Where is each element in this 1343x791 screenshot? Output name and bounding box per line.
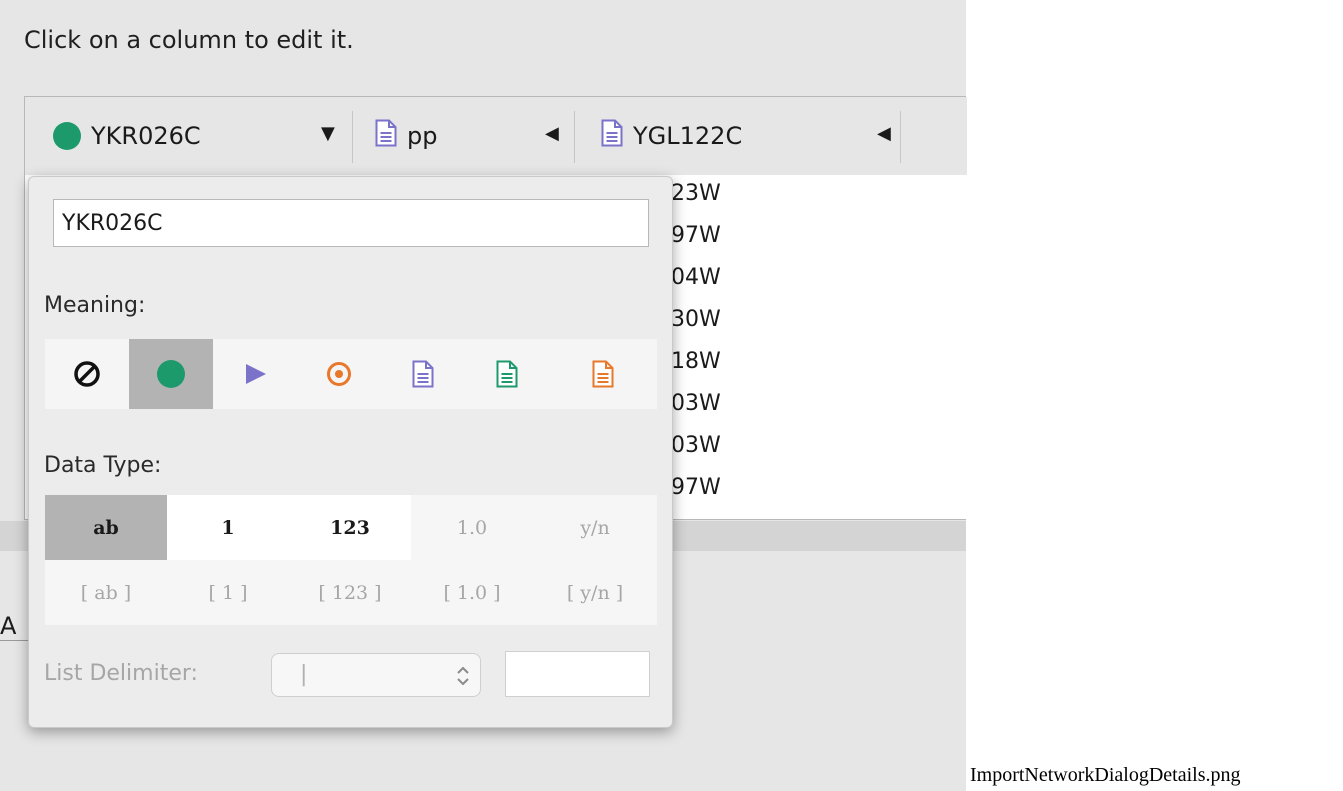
meaning-target-attribute-button[interactable] (549, 339, 657, 409)
data-type-boolean-button[interactable]: y/n (533, 495, 657, 560)
list-delimiter-select[interactable]: | (271, 653, 481, 697)
target-node-icon (327, 362, 351, 386)
column-header-ygl122c[interactable]: YGL122C ◀ (601, 107, 901, 165)
column-divider (900, 111, 901, 163)
meaning-no-import-button[interactable] (45, 339, 129, 409)
column-header-row: YKR026C ▼ pp ◀ YGL122C ◀ (25, 97, 967, 175)
data-type-long-button[interactable]: 123 (289, 495, 411, 560)
up-down-chevron-icon (456, 665, 470, 691)
data-type-long-list-button[interactable]: [ 123 ] (289, 560, 411, 625)
data-type-string-button[interactable]: ab (45, 495, 167, 560)
data-type-selector: ab 1 123 1.0 y/n [ ab ] [ 1 ] [ 123 ] [ … (45, 495, 657, 625)
table-cell: 18W (671, 349, 721, 374)
image-caption: ImportNetworkDialogDetails.png (970, 764, 1241, 786)
list-delimiter-value: | (300, 662, 308, 687)
column-header-label: pp (407, 122, 438, 150)
meaning-edge-attribute-button[interactable] (381, 339, 465, 409)
list-delimiter-other-input[interactable] (505, 651, 650, 697)
data-type-double-button[interactable]: 1.0 (411, 495, 533, 560)
table-cell: 97W (671, 475, 721, 500)
column-header-label: YGL122C (633, 122, 743, 150)
source-node-icon (157, 360, 185, 388)
source-node-icon (53, 122, 81, 150)
column-divider (352, 111, 353, 163)
edge-attribute-icon (375, 119, 397, 153)
data-type-integer-button[interactable]: 1 (167, 495, 289, 560)
table-cell: 23W (671, 181, 721, 206)
list-delimiter-label: List Delimiter: (44, 661, 198, 686)
meaning-selector (45, 339, 657, 409)
column-divider (574, 111, 575, 163)
table-cell: 03W (671, 391, 721, 416)
source-node-attribute-icon (496, 360, 518, 388)
column-header-pp[interactable]: pp ◀ (375, 107, 575, 165)
column-name-input[interactable] (53, 199, 649, 247)
meaning-source-attribute-button[interactable] (465, 339, 549, 409)
table-cell: 04W (671, 265, 721, 290)
meaning-label: Meaning: (44, 293, 146, 318)
interaction-type-icon (246, 364, 266, 384)
data-type-boolean-list-button[interactable]: [ y/n ] (533, 560, 657, 625)
target-node-attribute-icon (592, 360, 614, 388)
meaning-interaction-type-button[interactable] (213, 339, 297, 409)
edge-attribute-icon (412, 360, 434, 388)
column-editor-popup: Meaning: Data Type: ab 1 123 1.0 y/n [ a… (28, 176, 673, 728)
meaning-target-node-button[interactable] (297, 339, 381, 409)
table-cell: 30W (671, 307, 721, 332)
partial-label: A (0, 612, 17, 640)
chevron-left-icon[interactable]: ◀ (545, 123, 559, 144)
data-type-double-list-button[interactable]: [ 1.0 ] (411, 560, 533, 625)
data-type-integer-list-button[interactable]: [ 1 ] (167, 560, 289, 625)
data-type-string-list-button[interactable]: [ ab ] (45, 560, 167, 625)
column-header-label: YKR026C (91, 122, 201, 150)
edge-attribute-icon (601, 119, 623, 153)
no-import-icon (74, 361, 100, 387)
chevron-left-icon[interactable]: ◀ (877, 123, 891, 144)
meaning-source-node-button[interactable] (129, 339, 213, 409)
column-header-ykr026c[interactable]: YKR026C ▼ (53, 107, 353, 165)
instruction-text: Click on a column to edit it. (24, 26, 354, 54)
divider (0, 640, 28, 641)
chevron-down-icon[interactable]: ▼ (321, 123, 335, 144)
table-cell: 97W (671, 223, 721, 248)
data-type-label: Data Type: (44, 453, 162, 478)
table-cell: 03W (671, 433, 721, 458)
